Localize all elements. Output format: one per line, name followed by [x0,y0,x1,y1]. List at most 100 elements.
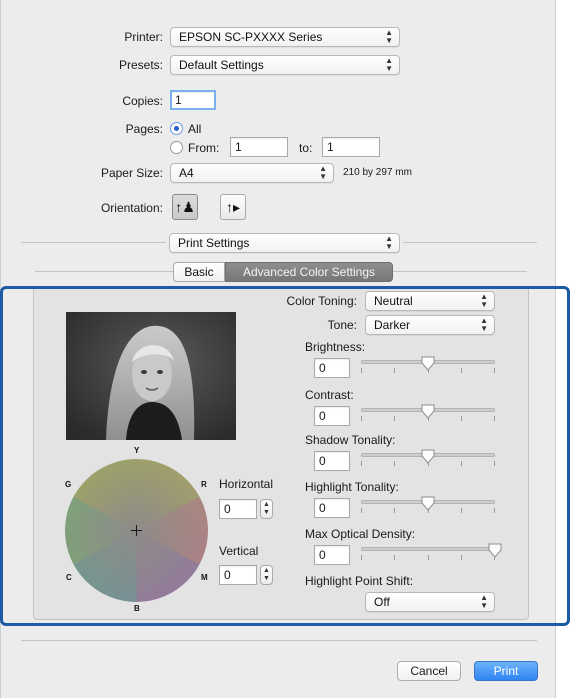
slider-tick [461,368,462,373]
separator [21,242,166,243]
popup-arrows-icon: ▲ ▼ [385,234,393,251]
slider-tick [494,508,495,513]
paper-size-label: Paper Size: [100,166,163,180]
pages-to-field[interactable]: 1 [322,137,380,157]
presets-value: Default Settings [179,58,264,72]
pages-label: Pages: [125,122,163,136]
color-wheel-icon [65,459,208,602]
preview-photo-icon [66,312,236,440]
separator [21,640,537,641]
horizontal-label: Horizontal [219,477,274,491]
pages-from-label: From: [188,141,220,155]
presets-popup[interactable]: Default Settings ▲ ▼ [170,55,400,75]
slider-label: Max Optical Density: [305,527,416,541]
slider-tick [361,416,362,421]
tab-basic[interactable]: Basic [173,262,225,282]
wheel-label-r: R [201,480,207,489]
portrait-icon: ↑♟ [175,199,195,215]
slider-tick [461,555,462,560]
printer-popup[interactable]: EPSON SC-PXXXX Series ▲ ▼ [170,27,400,47]
popup-arrows-icon: ▲ ▼ [319,164,327,181]
color-toning-value: Neutral [374,294,413,308]
color-toning-label: Color Toning: [286,294,358,308]
slider-tick [361,368,362,373]
paper-dimensions: 210 by 297 mm [343,167,412,178]
print-dialog: Printer: EPSON SC-PXXXX Series ▲ ▼ Preset… [0,0,556,698]
slider-tick [394,368,395,373]
wheel-label-c: C [66,573,72,582]
slider-value-field[interactable]: 0 [314,498,350,518]
copies-field[interactable]: 1 [170,90,216,110]
pages-all-radio[interactable] [170,122,183,135]
copies-label: Copies: [122,94,163,108]
printer-value: EPSON SC-PXXXX Series [179,30,323,44]
slider-thumb[interactable] [421,496,435,511]
vertical-field[interactable]: 0 [219,565,257,585]
slider-value-field[interactable]: 0 [314,406,350,426]
slider-tick [461,416,462,421]
pages-all-label: All [188,122,202,136]
paper-size-value: A4 [179,166,194,180]
highlight-point-shift-label: Highlight Point Shift: [305,574,414,588]
separator [403,242,537,243]
landscape-icon: ↑▸ [225,199,241,215]
pages-from-field[interactable]: 1 [230,137,288,157]
tone-value: Darker [374,318,411,332]
popup-arrows-icon: ▲ ▼ [480,316,488,333]
popup-arrows-icon: ▲ ▼ [385,28,393,45]
landscape-orientation-button[interactable]: ↑▸ [220,194,246,220]
pages-from-radio[interactable] [170,141,183,154]
slider-ticks [361,555,495,560]
slider-value-field[interactable]: 0 [314,358,350,378]
slider-thumb[interactable] [488,543,502,558]
paper-size-popup[interactable]: A4 ▲ ▼ [170,163,334,183]
highlight-point-shift-popup[interactable]: Off ▲ ▼ [365,592,495,612]
slider-label: Contrast: [305,388,354,402]
presets-label: Presets: [118,58,163,72]
slider-tick [361,461,362,466]
slider-label: Shadow Tonality: [305,433,396,447]
vertical-stepper[interactable]: ▲ ▼ [260,565,273,585]
color-toning-popup[interactable]: Neutral ▲ ▼ [365,291,495,311]
pages-to-label: to: [299,141,313,155]
tone-popup[interactable]: Darker ▲ ▼ [365,315,495,335]
highlight-point-shift-value: Off [374,595,390,609]
slider-tick [494,368,495,373]
slider-thumb[interactable] [421,404,435,419]
cancel-button[interactable]: Cancel [397,661,461,681]
portrait-orientation-button[interactable]: ↑♟ [172,194,198,220]
slider-label: Highlight Tonality: [305,480,399,494]
slider-label: Brightness: [305,340,366,354]
popup-arrows-icon: ▲ ▼ [480,593,488,610]
slider-value-field[interactable]: 0 [314,545,350,565]
slider-tick [394,508,395,513]
slider-tick [428,555,429,560]
slider-tick [494,461,495,466]
print-button[interactable]: Print [474,661,538,681]
slider-thumb[interactable] [421,449,435,464]
slider-thumb[interactable] [421,356,435,371]
section-menu-popup[interactable]: Print Settings ▲ ▼ [169,233,400,253]
slider-tick [494,416,495,421]
slider-tick [361,508,362,513]
slider-tick [361,555,362,560]
slider-tick [394,461,395,466]
wheel-label-b: B [134,604,140,613]
orientation-label: Orientation: [100,201,163,215]
slider-track[interactable] [361,547,495,551]
wheel-label-g: G [65,480,72,489]
section-menu-value: Print Settings [178,236,250,250]
horizontal-field[interactable]: 0 [219,499,257,519]
color-wheel[interactable] [65,459,208,602]
tab-advanced-color-settings[interactable]: Advanced Color Settings [225,262,393,282]
slider-tick [394,416,395,421]
slider-tick [461,508,462,513]
slider-tick [461,461,462,466]
printer-label: Printer: [124,30,163,44]
wheel-label-y: Y [134,446,140,455]
slider-tick [394,555,395,560]
slider-value-field[interactable]: 0 [314,451,350,471]
horizontal-stepper[interactable]: ▲ ▼ [260,499,273,519]
tone-label: Tone: [327,318,357,332]
wheel-label-m: M [201,573,208,582]
